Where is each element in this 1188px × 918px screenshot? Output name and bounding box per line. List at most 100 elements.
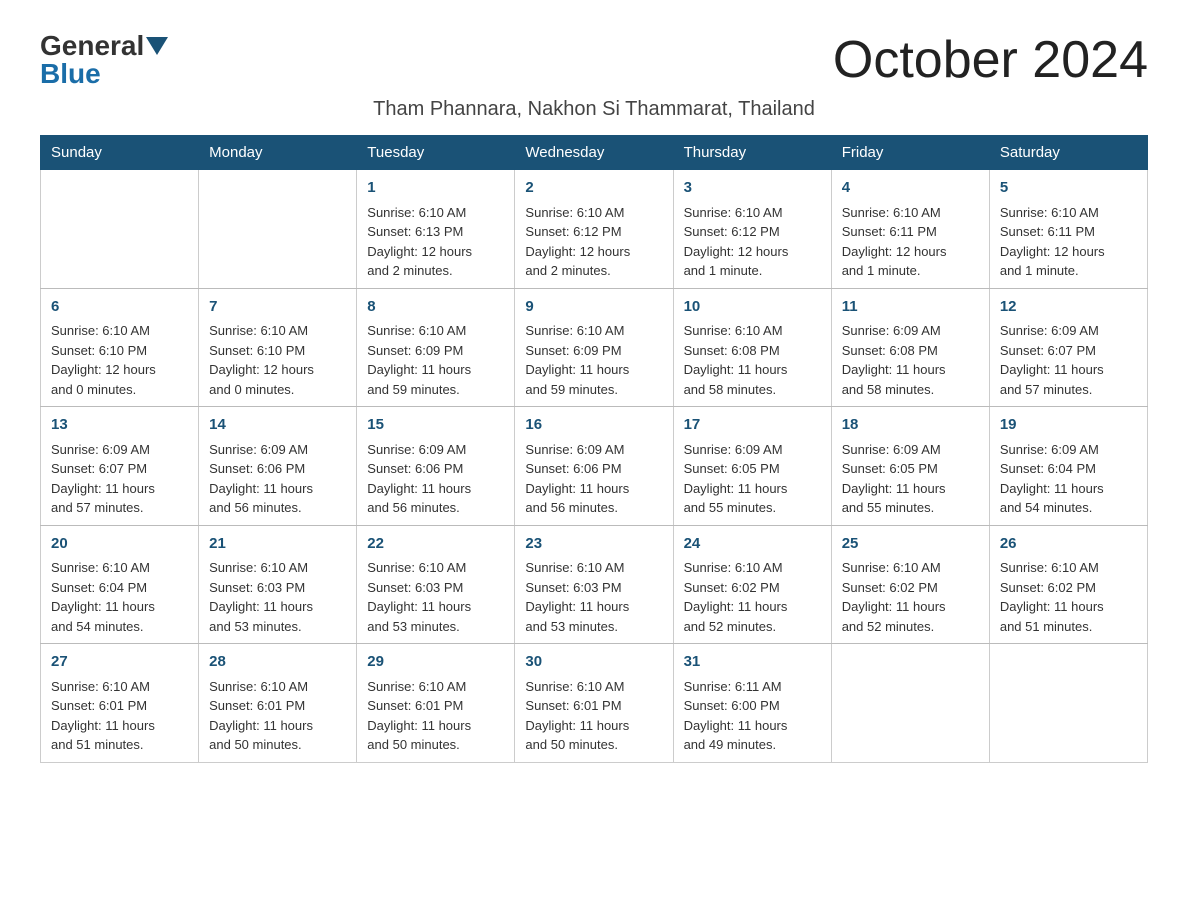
day-number: 24 — [684, 533, 821, 556]
calendar-day-header: Sunday — [41, 136, 199, 170]
day-number: 31 — [684, 651, 821, 674]
day-number: 21 — [209, 533, 346, 556]
day-number: 29 — [367, 651, 504, 674]
calendar-day-cell — [989, 644, 1147, 763]
day-info: Sunrise: 6:10 AMSunset: 6:10 PMDaylight:… — [51, 321, 188, 399]
day-info: Sunrise: 6:09 AMSunset: 6:06 PMDaylight:… — [525, 440, 662, 518]
day-info: Sunrise: 6:09 AMSunset: 6:05 PMDaylight:… — [842, 440, 979, 518]
calendar-day-cell: 9Sunrise: 6:10 AMSunset: 6:09 PMDaylight… — [515, 288, 673, 407]
calendar-day-cell: 24Sunrise: 6:10 AMSunset: 6:02 PMDayligh… — [673, 525, 831, 644]
logo-blue-text: Blue — [40, 58, 101, 90]
day-number: 16 — [525, 414, 662, 437]
calendar-week-row: 1 Sunrise: 6:10 AMSunset: 6:13 PMDaylight… — [41, 170, 1148, 289]
day-number: 11 — [842, 296, 979, 319]
day-number: 10 — [684, 296, 821, 319]
calendar-week-row: 13 Sunrise: 6:09 AMSunset: 6:07 PMDayligh… — [41, 407, 1148, 526]
calendar-day-cell — [41, 170, 199, 289]
day-info: Sunrise: 6:09 AMSunset: 6:05 PMDaylight:… — [684, 440, 821, 518]
calendar-day-cell: 21Sunrise: 6:10 AMSunset: 6:03 PMDayligh… — [199, 525, 357, 644]
day-info: Sunrise: 6:10 AMSunset: 6:01 PMDaylight:… — [209, 677, 346, 755]
day-info: Sunrise: 6:09 AMSunset: 6:04 PMDaylight:… — [1000, 440, 1137, 518]
day-info: Sunrise: 6:09 AMSunset: 6:07 PMDaylight:… — [51, 440, 188, 518]
day-info: Sunrise: 6:09 AMSunset: 6:08 PMDaylight:… — [842, 321, 979, 399]
day-info: Sunrise: 6:10 AMSunset: 6:03 PMDaylight:… — [367, 558, 504, 636]
day-number: 4 — [842, 177, 979, 200]
day-number: 20 — [51, 533, 188, 556]
calendar-day-header: Tuesday — [357, 136, 515, 170]
day-info: Sunrise: 6:10 AMSunset: 6:02 PMDaylight:… — [684, 558, 821, 636]
day-info: Sunrise: 6:10 AMSunset: 6:01 PMDaylight:… — [525, 677, 662, 755]
day-info: Sunrise: 6:10 AMSunset: 6:12 PMDaylight:… — [684, 203, 821, 281]
calendar-day-cell: 14Sunrise: 6:09 AMSunset: 6:06 PMDayligh… — [199, 407, 357, 526]
day-number: 17 — [684, 414, 821, 437]
day-info: Sunrise: 6:10 AMSunset: 6:02 PMDaylight:… — [1000, 558, 1137, 636]
calendar-day-cell: 12Sunrise: 6:09 AMSunset: 6:07 PMDayligh… — [989, 288, 1147, 407]
calendar-day-header: Thursday — [673, 136, 831, 170]
calendar-day-cell: 31 Sunrise: 6:11 AMSunset: 6:00 PMDayligh… — [673, 644, 831, 763]
day-number: 7 — [209, 296, 346, 319]
day-number: 2 — [525, 177, 662, 200]
day-number: 12 — [1000, 296, 1137, 319]
calendar-day-cell: 20Sunrise: 6:10 AMSunset: 6:04 PMDayligh… — [41, 525, 199, 644]
day-info: Sunrise: 6:10 AMSunset: 6:12 PMDaylight:… — [525, 203, 662, 281]
day-number: 30 — [525, 651, 662, 674]
day-number: 23 — [525, 533, 662, 556]
day-number: 3 — [684, 177, 821, 200]
calendar-day-cell — [199, 170, 357, 289]
day-number: 15 — [367, 414, 504, 437]
calendar-day-cell: 16 Sunrise: 6:09 AMSunset: 6:06 PMDayligh… — [515, 407, 673, 526]
calendar-day-cell: 17 Sunrise: 6:09 AMSunset: 6:05 PMDayligh… — [673, 407, 831, 526]
day-info: Sunrise: 6:10 AMSunset: 6:08 PMDaylight:… — [684, 321, 821, 399]
calendar-day-cell: 15 Sunrise: 6:09 AMSunset: 6:06 PMDayligh… — [357, 407, 515, 526]
calendar-day-header: Friday — [831, 136, 989, 170]
calendar-week-row: 6Sunrise: 6:10 AMSunset: 6:10 PMDaylight… — [41, 288, 1148, 407]
calendar-day-cell: 22Sunrise: 6:10 AMSunset: 6:03 PMDayligh… — [357, 525, 515, 644]
day-info: Sunrise: 6:10 AMSunset: 6:09 PMDaylight:… — [525, 321, 662, 399]
day-info: Sunrise: 6:09 AMSunset: 6:06 PMDaylight:… — [367, 440, 504, 518]
day-number: 18 — [842, 414, 979, 437]
calendar-day-cell: 10Sunrise: 6:10 AMSunset: 6:08 PMDayligh… — [673, 288, 831, 407]
calendar-week-row: 27 Sunrise: 6:10 AMSunset: 6:01 PMDayligh… — [41, 644, 1148, 763]
day-info: Sunrise: 6:10 AMSunset: 6:10 PMDaylight:… — [209, 321, 346, 399]
calendar-day-cell: 6Sunrise: 6:10 AMSunset: 6:10 PMDaylight… — [41, 288, 199, 407]
calendar-day-header: Monday — [199, 136, 357, 170]
day-number: 6 — [51, 296, 188, 319]
calendar-day-cell: 2 Sunrise: 6:10 AMSunset: 6:12 PMDaylight… — [515, 170, 673, 289]
calendar-day-header: Saturday — [989, 136, 1147, 170]
calendar-day-cell: 5 Sunrise: 6:10 AMSunset: 6:11 PMDaylight… — [989, 170, 1147, 289]
logo: General Blue — [40, 30, 168, 90]
calendar-day-cell: 29 Sunrise: 6:10 AMSunset: 6:01 PMDayligh… — [357, 644, 515, 763]
day-info: Sunrise: 6:10 AMSunset: 6:11 PMDaylight:… — [1000, 203, 1137, 281]
calendar-day-cell: 28 Sunrise: 6:10 AMSunset: 6:01 PMDayligh… — [199, 644, 357, 763]
calendar-week-row: 20Sunrise: 6:10 AMSunset: 6:04 PMDayligh… — [41, 525, 1148, 644]
calendar-day-cell: 13 Sunrise: 6:09 AMSunset: 6:07 PMDayligh… — [41, 407, 199, 526]
day-info: Sunrise: 6:10 AMSunset: 6:03 PMDaylight:… — [209, 558, 346, 636]
day-info: Sunrise: 6:10 AMSunset: 6:13 PMDaylight:… — [367, 203, 504, 281]
day-info: Sunrise: 6:10 AMSunset: 6:01 PMDaylight:… — [367, 677, 504, 755]
day-number: 13 — [51, 414, 188, 437]
day-info: Sunrise: 6:10 AMSunset: 6:03 PMDaylight:… — [525, 558, 662, 636]
day-info: Sunrise: 6:10 AMSunset: 6:02 PMDaylight:… — [842, 558, 979, 636]
calendar-day-cell: 30 Sunrise: 6:10 AMSunset: 6:01 PMDayligh… — [515, 644, 673, 763]
day-info: Sunrise: 6:10 AMSunset: 6:01 PMDaylight:… — [51, 677, 188, 755]
day-number: 27 — [51, 651, 188, 674]
calendar-day-cell: 23Sunrise: 6:10 AMSunset: 6:03 PMDayligh… — [515, 525, 673, 644]
day-number: 8 — [367, 296, 504, 319]
calendar-day-cell: 1 Sunrise: 6:10 AMSunset: 6:13 PMDaylight… — [357, 170, 515, 289]
calendar-day-cell: 7Sunrise: 6:10 AMSunset: 6:10 PMDaylight… — [199, 288, 357, 407]
day-number: 19 — [1000, 414, 1137, 437]
day-info: Sunrise: 6:09 AMSunset: 6:06 PMDaylight:… — [209, 440, 346, 518]
calendar-day-header: Wednesday — [515, 136, 673, 170]
page-header: General Blue October 2024 — [40, 30, 1148, 90]
calendar-day-cell: 3 Sunrise: 6:10 AMSunset: 6:12 PMDaylight… — [673, 170, 831, 289]
day-number: 5 — [1000, 177, 1137, 200]
calendar-table: SundayMondayTuesdayWednesdayThursdayFrid… — [40, 135, 1148, 763]
day-number: 1 — [367, 177, 504, 200]
day-number: 28 — [209, 651, 346, 674]
calendar-day-cell: 19 Sunrise: 6:09 AMSunset: 6:04 PMDayligh… — [989, 407, 1147, 526]
location-subtitle: Tham Phannara, Nakhon Si Thammarat, Thai… — [40, 98, 1148, 121]
day-info: Sunrise: 6:11 AMSunset: 6:00 PMDaylight:… — [684, 677, 821, 755]
day-number: 9 — [525, 296, 662, 319]
logo-arrow-icon — [146, 37, 168, 55]
day-number: 22 — [367, 533, 504, 556]
